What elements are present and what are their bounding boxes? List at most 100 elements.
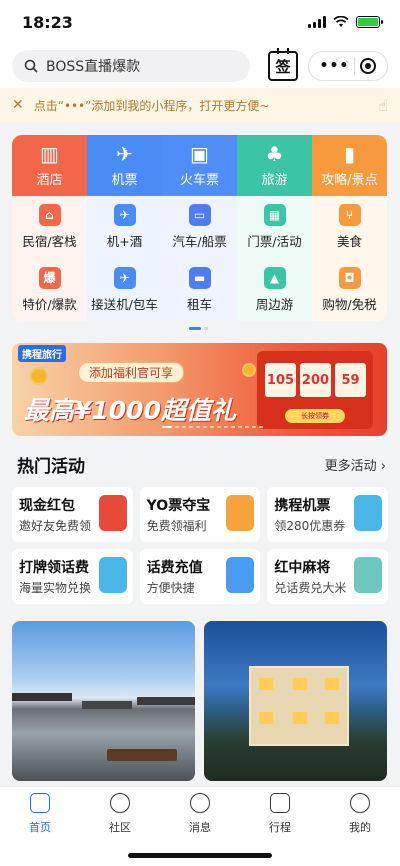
- service-grid: ▥ 酒店 ✈ 机票 ▣ 火车票 ♣ 旅游 ▮ 攻略/景点 ⌂ 民宿/客栈爆特价/爆款 ✈ 机+酒 ✈ 接送机…: [12, 135, 387, 321]
- plane-hotel-icon: ✈: [113, 204, 136, 227]
- search-input[interactable]: BOSS直播爆款: [12, 50, 250, 82]
- sub-tile[interactable]: ✈ 接送机/包车: [87, 259, 162, 322]
- coupon-amount: 59: [341, 372, 360, 388]
- wifi-icon: [333, 16, 349, 27]
- capsule-divider: [354, 57, 356, 75]
- plane-icon: ✈: [116, 142, 133, 166]
- activity-card[interactable]: 打牌领话费 海量实物兑换: [12, 549, 133, 604]
- sub-column: ⑂ 美食 ◘ 购物/免税: [312, 196, 387, 321]
- search-icon: [24, 59, 38, 73]
- home-icon: [30, 793, 50, 813]
- sub-tile[interactable]: ▦ 门票/活动: [237, 196, 312, 259]
- sub-tile-label: 美食: [336, 234, 362, 250]
- activity-card[interactable]: 现金红包 邀好友免费领: [12, 487, 133, 542]
- sub-tile[interactable]: ▲ 周边游: [237, 259, 312, 322]
- activities-grid: 现金红包 邀好友免费领 YO票夺宝 免费领福利 携程机票 领280优惠券打牌领话费 海量实物…: [12, 487, 388, 604]
- main-tile-label: 机票: [111, 173, 138, 188]
- pager-dot: [204, 327, 208, 330]
- coupon: 105: [265, 363, 296, 397]
- main-tile-0[interactable]: ▥ 酒店: [12, 135, 87, 196]
- sub-tile-label: 租车: [186, 296, 212, 312]
- pager-dot-active: [189, 327, 201, 330]
- ticket-coupon-icon: [226, 495, 255, 531]
- sub-tile-label: 周边游: [255, 296, 294, 312]
- more-activities-link[interactable]: 更多活动 ›: [325, 455, 386, 474]
- tab-label: 社区: [109, 821, 131, 834]
- sub-tile[interactable]: ◘ 购物/免税: [312, 259, 387, 322]
- activity-card[interactable]: 红中麻将 兑话费兑大米: [267, 549, 388, 604]
- sub-tile[interactable]: ⑂ 美食: [312, 196, 387, 259]
- activity-card[interactable]: YO票夺宝 免费领福利: [139, 487, 261, 542]
- sub-tile-label: 购物/免税: [322, 296, 377, 312]
- shopping-bag-icon: ◘: [338, 266, 361, 289]
- sub-services-grid: ⌂ 民宿/客栈爆特价/爆款 ✈ 机+酒 ✈ 接送机/包车 ▭ 汽车/船票 ▬ 租车 ▦ 门票/活动 ▲ 周…: [12, 196, 387, 321]
- sub-tile[interactable]: ✈ 机+酒: [87, 196, 162, 259]
- planet-icon: [110, 793, 130, 813]
- coupon-row: 105 200 59: [265, 363, 366, 397]
- sign-in-calendar-button[interactable]: 签: [268, 48, 298, 81]
- tab-label: 行程: [269, 821, 291, 834]
- add-to-mini-program-tip: ✕ 点击“•••”添加到我的小程序，打开更方便~ ☝: [0, 88, 400, 122]
- search-placeholder: BOSS直播爆款: [46, 59, 141, 75]
- fork-knife-icon: ⑂: [338, 204, 361, 227]
- fire-icon: 爆: [38, 266, 61, 289]
- sub-tile-label: 机+酒: [106, 234, 143, 250]
- banner-brand: 携程旅行: [18, 345, 66, 362]
- guide-book-icon: ▮: [343, 142, 355, 166]
- sub-tile[interactable]: ⌂ 民宿/客栈: [12, 196, 87, 259]
- main-services-row: ▥ 酒店 ✈ 机票 ▣ 火车票 ♣ 旅游 ▮ 攻略/景点: [12, 135, 387, 196]
- tab-0[interactable]: 首页: [0, 793, 80, 866]
- activity-card[interactable]: 携程机票 领280优惠券: [267, 487, 388, 542]
- user-icon: [350, 793, 370, 813]
- sub-column: ✈ 机+酒 ✈ 接送机/包车: [87, 196, 162, 321]
- phone-recharge-icon: [226, 557, 255, 593]
- roof-decoration: [82, 701, 132, 709]
- sub-tile[interactable]: ▬ 租车: [162, 259, 237, 322]
- main-tile-1[interactable]: ✈ 机票: [87, 135, 162, 196]
- coupon-amount: 105: [266, 372, 295, 388]
- claim-coupon-button[interactable]: 长按领券: [285, 409, 345, 423]
- boat-decoration: [107, 749, 177, 761]
- promo-banner[interactable]: 携程旅行 添加福利官可享 最高¥1000超值礼 105 200 59 长按领券: [12, 343, 387, 436]
- sub-tile[interactable]: ▭ 汽车/船票: [162, 196, 237, 259]
- status-bar: 18:23: [0, 0, 400, 44]
- main-tile-3[interactable]: ♣ 旅游: [237, 135, 312, 196]
- hot-activities-header: 热门活动 更多活动 ›: [0, 444, 400, 484]
- close-mini-program-button[interactable]: [360, 58, 377, 74]
- coupon: 200: [300, 363, 331, 397]
- mini-program-capsule: •••: [308, 51, 388, 81]
- sub-tile-label: 汽车/船票: [172, 234, 227, 250]
- tab-label: 消息: [189, 821, 211, 834]
- train-icon: ▣: [190, 142, 209, 166]
- main-tile-label: 火车票: [179, 173, 219, 188]
- coin-decoration: [30, 367, 48, 385]
- status-time: 18:23: [22, 12, 73, 32]
- sub-tile-label: 特价/爆款: [22, 296, 77, 312]
- sub-column: ▦ 门票/活动 ▲ 周边游: [237, 196, 312, 321]
- sub-tile[interactable]: 爆特价/爆款: [12, 259, 87, 322]
- tip-text: 点击“•••”添加到我的小程序，打开更方便~: [33, 98, 270, 113]
- feed-card-water-town[interactable]: [12, 621, 195, 781]
- main-tile-4[interactable]: ▮ 攻略/景点: [312, 135, 387, 196]
- more-menu-button[interactable]: •••: [320, 58, 350, 74]
- sub-tile-label: 接送机/包车: [91, 296, 158, 312]
- calendar-icon: [270, 793, 290, 813]
- hotel-icon: ▥: [40, 142, 59, 166]
- ticket-icon: ▦: [263, 204, 286, 227]
- main-tile-label: 酒店: [36, 173, 63, 188]
- mountain-icon: ▲: [263, 266, 286, 289]
- tab-4[interactable]: 我的: [320, 793, 400, 866]
- car-transfer-icon: ✈: [113, 266, 136, 289]
- main-tile-2[interactable]: ▣ 火车票: [162, 135, 237, 196]
- sub-tile-label: 民宿/客栈: [22, 234, 77, 250]
- sub-tile-label: 门票/活动: [247, 234, 302, 250]
- main-tile-label: 旅游: [261, 173, 288, 188]
- tab-label: 首页: [29, 821, 51, 834]
- activity-card[interactable]: 话费充值 方便快捷: [139, 549, 261, 604]
- top-bar: BOSS直播爆款 签 •••: [0, 44, 400, 88]
- feed-card-villa[interactable]: [204, 621, 387, 781]
- battery-icon: [356, 16, 383, 28]
- close-tip-icon[interactable]: ✕: [12, 97, 24, 113]
- bus-icon: ▭: [188, 204, 211, 227]
- villa-decoration: [249, 666, 349, 746]
